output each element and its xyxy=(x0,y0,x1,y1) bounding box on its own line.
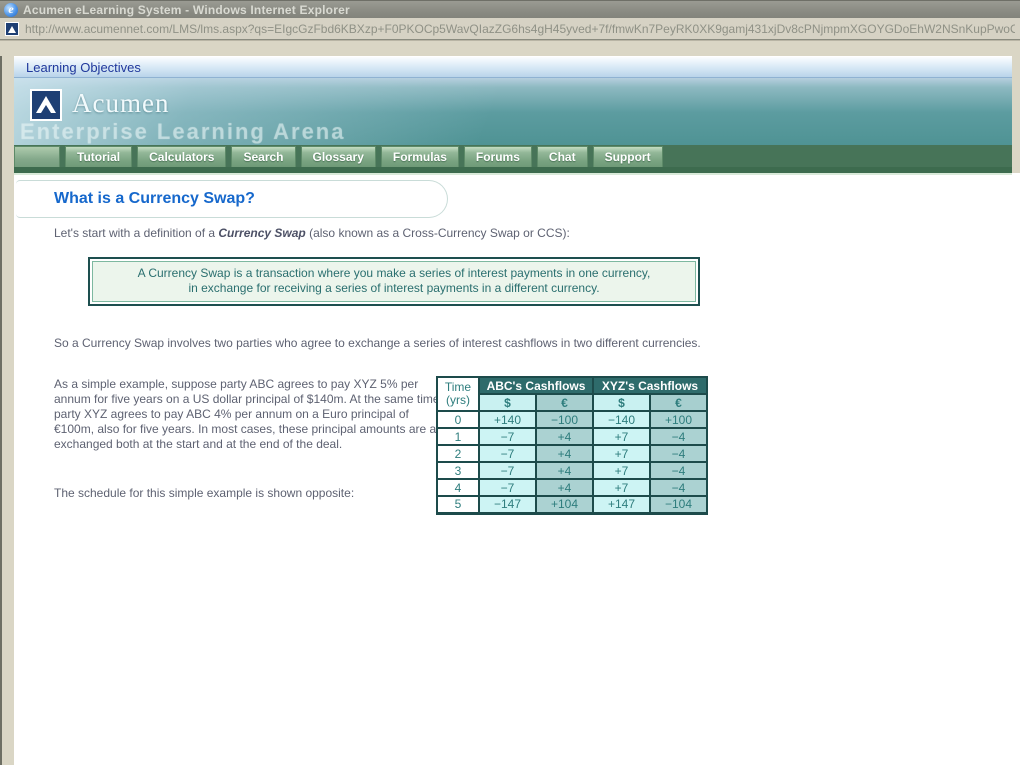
heading-box: What is a Currency Swap? xyxy=(16,180,448,218)
cell-value: −4 xyxy=(649,478,708,497)
cell-value: +140 xyxy=(478,410,537,429)
table-row: 2 −7 +4 +7 −4 xyxy=(436,444,708,463)
table-header-time: Time (yrs) xyxy=(436,376,480,412)
table-header-abc: ABC's Cashflows xyxy=(478,376,594,395)
cell-value: −7 xyxy=(478,478,537,497)
cell-value: +4 xyxy=(535,427,594,446)
cell-value: −4 xyxy=(649,461,708,480)
cell-time: 4 xyxy=(436,478,480,497)
title-bar: e Acumen eLearning System - Windows Inte… xyxy=(0,0,1020,18)
table-row: 1 −7 +4 +7 −4 xyxy=(436,427,708,446)
browser-window: e Acumen eLearning System - Windows Inte… xyxy=(0,0,1020,765)
cell-value: −140 xyxy=(592,410,651,429)
brand-name: Acumen xyxy=(72,88,170,118)
cell-time: 3 xyxy=(436,461,480,480)
nav-bar: Tutorial Calculators Search Glossary For… xyxy=(14,145,1012,173)
cell-value: +4 xyxy=(535,478,594,497)
acumen-favicon-icon xyxy=(5,21,19,36)
nav-tab-chat[interactable]: Chat xyxy=(536,146,588,167)
address-url[interactable]: http://www.acumennet.com/LMS/lms.aspx?qs… xyxy=(25,22,1015,36)
page-title: What is a Currency Swap? xyxy=(54,190,255,207)
cell-value: +4 xyxy=(535,444,594,463)
cell-value: −147 xyxy=(478,495,537,514)
nav-tab-search[interactable]: Search xyxy=(231,146,296,167)
cell-time: 5 xyxy=(436,495,480,514)
left-edge-strip xyxy=(0,56,14,765)
table-header-xyz-eur: € xyxy=(649,393,708,412)
table-header-xyz-usd: $ xyxy=(592,393,651,412)
table-row: 4 −7 +4 +7 −4 xyxy=(436,478,708,497)
cell-value: −100 xyxy=(535,410,594,429)
cell-value: +7 xyxy=(592,461,651,480)
cell-value: +100 xyxy=(649,410,708,429)
intro-paragraph: Let's start with a definition of a Curre… xyxy=(54,226,714,241)
cell-value: +4 xyxy=(535,461,594,480)
cell-value: −7 xyxy=(478,427,537,446)
right-edge-strip xyxy=(1012,56,1020,173)
intro-prefix: Let's start with a definition of a xyxy=(54,226,219,240)
table-header-xyz: XYZ's Cashflows xyxy=(592,376,708,395)
table-row: 3 −7 +4 +7 −4 xyxy=(436,461,708,480)
cell-value: −7 xyxy=(478,461,537,480)
nav-tab-calculators[interactable]: Calculators xyxy=(137,146,227,167)
cell-value: −7 xyxy=(478,444,537,463)
cell-time: 0 xyxy=(436,410,480,429)
example-paragraph: As a simple example, suppose party ABC a… xyxy=(54,377,452,451)
definition-line-2: in exchange for receiving a series of in… xyxy=(188,281,600,295)
overview-paragraph: So a Currency Swap involves two parties … xyxy=(54,336,701,350)
cell-time: 1 xyxy=(436,427,480,446)
nav-tab-forums[interactable]: Forums xyxy=(463,146,532,167)
definition-line-1: A Currency Swap is a transaction where y… xyxy=(137,266,651,280)
acumen-logo-icon xyxy=(30,89,62,121)
address-bar[interactable]: http://www.acumennet.com/LMS/lms.aspx?qs… xyxy=(0,18,1020,40)
definition-box: A Currency Swap is a transaction where y… xyxy=(88,257,700,306)
table-header-abc-eur: € xyxy=(535,393,594,412)
cell-value: −4 xyxy=(649,444,708,463)
cell-value: −104 xyxy=(649,495,708,514)
table-row: 5 −147 +104 +147 −104 xyxy=(436,495,708,514)
window-title: Acumen eLearning System - Windows Intern… xyxy=(23,2,350,17)
cell-value: +7 xyxy=(592,444,651,463)
cell-value: +7 xyxy=(592,427,651,446)
cashflow-table: Time (yrs) ABC's Cashflows XYZ's Cashflo… xyxy=(436,376,708,515)
schedule-paragraph: The schedule for this simple example is … xyxy=(54,486,355,500)
intro-suffix: (also known as a Cross-Currency Swap or … xyxy=(305,226,570,240)
learning-objectives-label[interactable]: Learning Objectives xyxy=(14,60,141,75)
chrome-gap xyxy=(0,40,1020,56)
intro-term: Currency Swap xyxy=(218,226,306,240)
nav-tab-support[interactable]: Support xyxy=(592,146,663,167)
cell-value: +147 xyxy=(592,495,651,514)
page-content: What is a Currency Swap? Let's start wit… xyxy=(14,175,1020,765)
cell-value: +7 xyxy=(592,478,651,497)
learning-objectives-bar[interactable]: Learning Objectives xyxy=(14,56,1012,78)
table-row: 0 +140 −100 −140 +100 xyxy=(436,410,708,429)
nav-tab-stub[interactable] xyxy=(14,146,60,167)
table-header-abc-usd: $ xyxy=(478,393,537,412)
cell-value: −4 xyxy=(649,427,708,446)
site-header: Acumen Enterprise Learning Arena xyxy=(14,78,1012,145)
nav-tab-tutorial[interactable]: Tutorial xyxy=(65,146,133,167)
cell-value: +104 xyxy=(535,495,594,514)
cell-time: 2 xyxy=(436,444,480,463)
nav-tab-glossary[interactable]: Glossary xyxy=(300,146,376,167)
nav-tab-formulas[interactable]: Formulas xyxy=(380,146,459,167)
brand-tagline: Enterprise Learning Arena xyxy=(20,119,346,144)
internet-explorer-icon: e xyxy=(4,2,18,17)
